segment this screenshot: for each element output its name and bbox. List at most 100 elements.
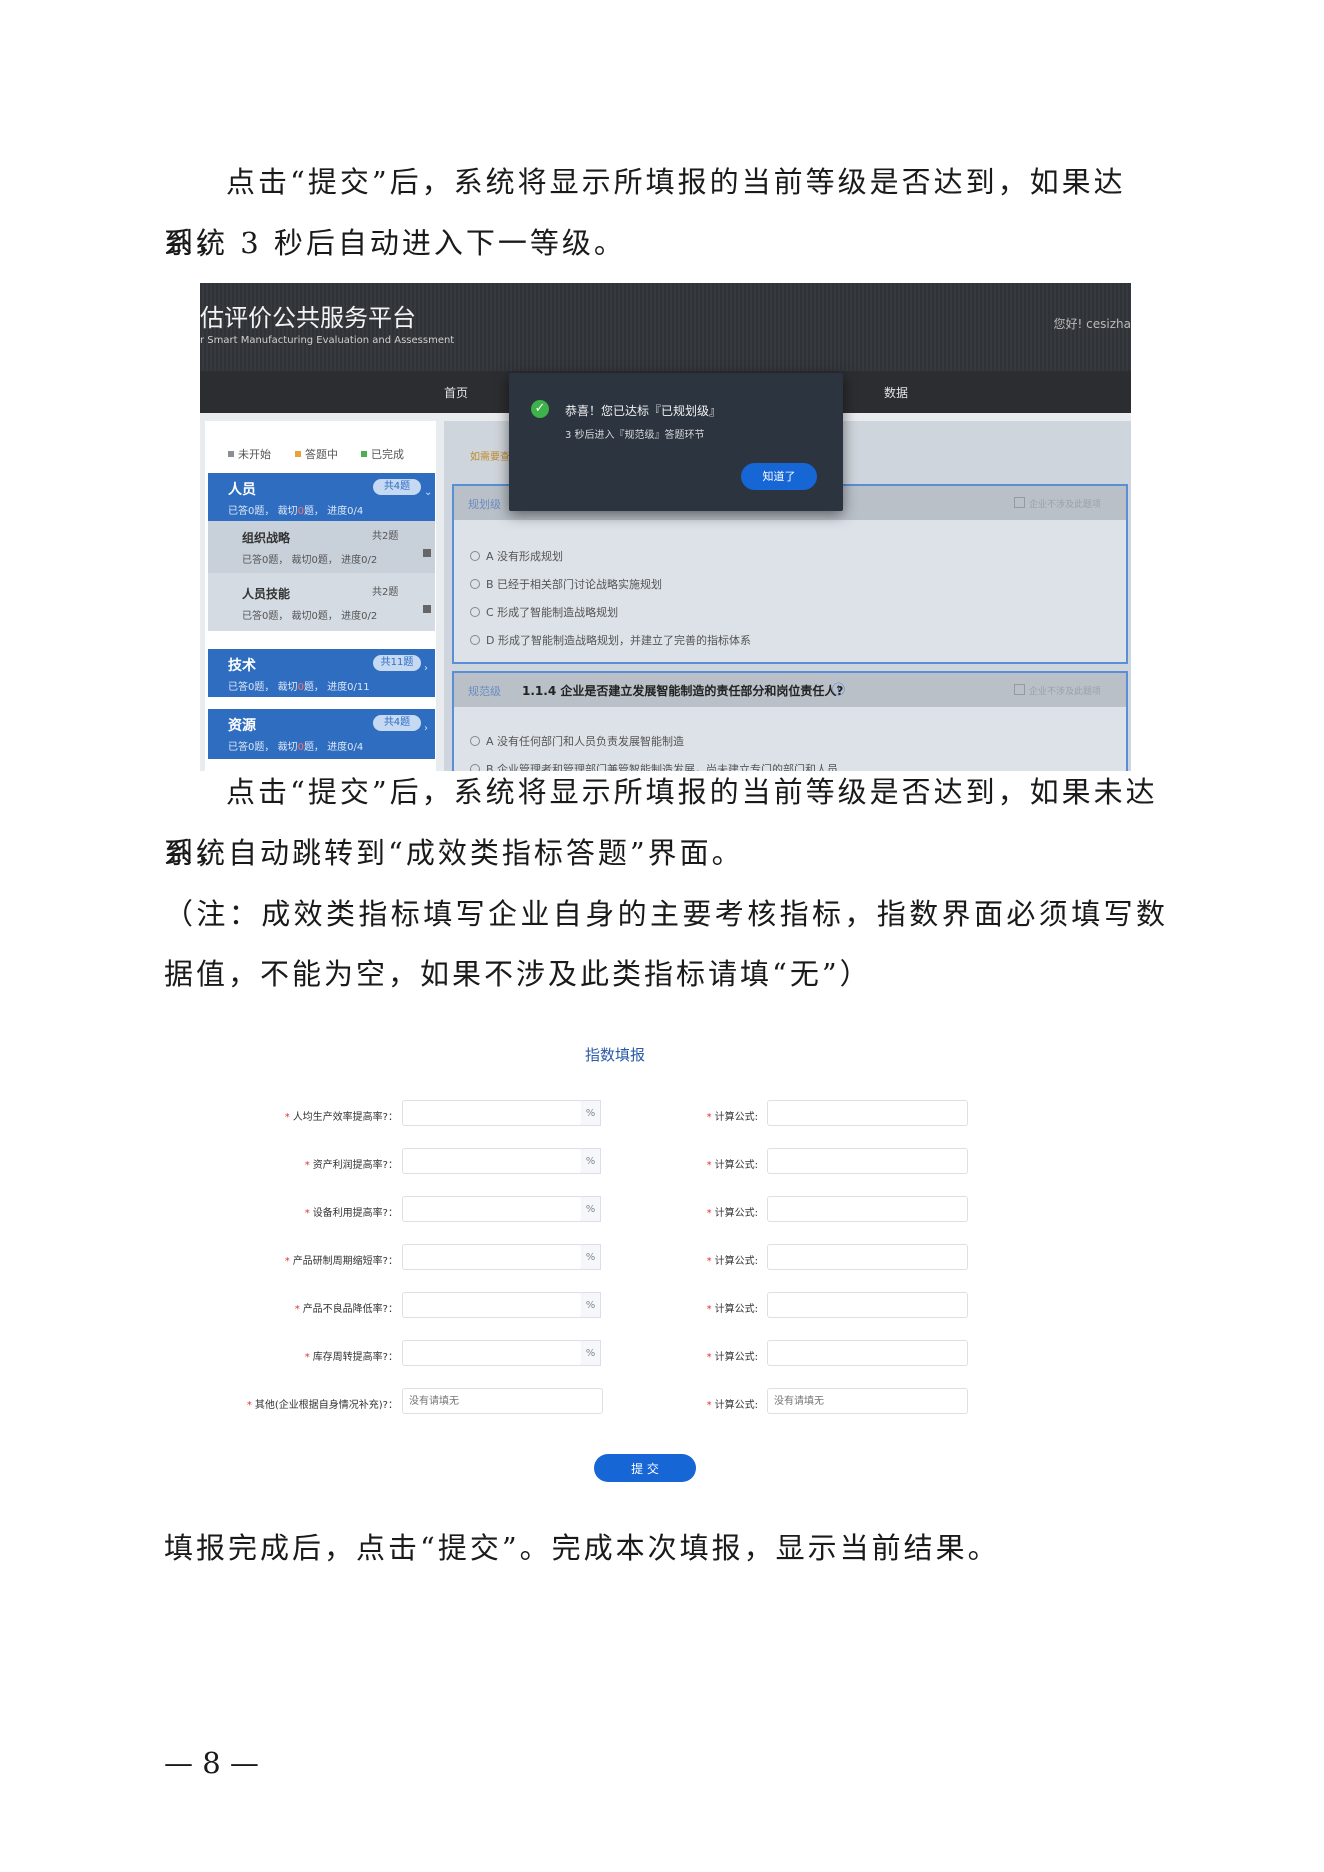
form-title: 指数填报 xyxy=(584,1046,645,1064)
form-row: * 设备利用提高率?： % * 计算公式: xyxy=(230,1196,1000,1226)
label-text: 计算公式: xyxy=(714,1112,758,1123)
formula-input[interactable] xyxy=(767,1148,968,1174)
category-count-badge: 共4题 xyxy=(373,479,421,495)
label-text: 资产利润提高率?： xyxy=(312,1160,398,1171)
platform-title: 估评价公共服务平台 xyxy=(200,304,416,332)
required-mark: * xyxy=(304,1160,310,1171)
index-value-input[interactable] xyxy=(402,1340,582,1366)
info-icon[interactable]: ⓘ xyxy=(832,679,845,698)
radio-icon xyxy=(470,579,480,589)
sidebar-category-resources[interactable]: 资源 共4题 › 已答0题， 裁切0题， 进度0/4 xyxy=(208,709,435,759)
other-index-input[interactable] xyxy=(402,1388,603,1414)
platform-subtitle: r Smart Manufacturing Evaluation and Ass… xyxy=(200,335,455,346)
label-text: 计算公式: xyxy=(714,1304,758,1315)
question-level: 规范级 xyxy=(468,685,501,698)
got-it-button[interactable]: 知道了 xyxy=(741,463,817,490)
required-mark: * xyxy=(706,1256,712,1267)
user-greeting[interactable]: 您好! cesizha xyxy=(1054,315,1131,332)
formula-input[interactable] xyxy=(767,1100,968,1126)
check-circle-icon: ✓ xyxy=(531,400,549,418)
sidebar-category-personnel[interactable]: 人员 共4题 ⌄ 已答0题， 裁切0题， 进度0/4 xyxy=(208,473,435,521)
label-text: 设备利用提高率?： xyxy=(312,1208,398,1219)
label-text: 计算公式: xyxy=(714,1256,758,1267)
chevron-right-icon: › xyxy=(424,663,428,674)
success-dialog: ✓ 恭喜！您已达标『已规划级』 3 秒后进入『规范级』答题环节 知道了 xyxy=(509,373,843,511)
index-value-input[interactable] xyxy=(402,1196,582,1222)
question-card-2: 规范级 1.1.4 企业是否建立发展智能制造的责任部分和岗位责任人? ⓘ 企业不… xyxy=(452,671,1128,771)
subitem-name: 人员技能 xyxy=(242,587,291,601)
checkbox-icon xyxy=(1014,497,1025,508)
field-label: * 资产利润提高率?： xyxy=(230,1156,398,1171)
label-text: 库存周转提高率?： xyxy=(312,1352,398,1363)
formula-label: * 计算公式: xyxy=(650,1396,758,1411)
required-mark: * xyxy=(706,1208,712,1219)
formula-input[interactable] xyxy=(767,1340,968,1366)
paragraph-1-line-2: 系统 3 秒后自动进入下一等级。 xyxy=(164,226,626,260)
formula-label: * 计算公式: xyxy=(650,1252,758,1267)
subitem-count: 共2题 xyxy=(372,531,399,542)
index-value-input[interactable] xyxy=(402,1148,582,1174)
index-value-input[interactable] xyxy=(402,1244,582,1270)
option-a[interactable]: A 没有形成规划 xyxy=(470,548,563,564)
field-label: * 其他(企业根据自身情况补充)?： xyxy=(230,1396,398,1411)
required-mark: * xyxy=(706,1352,712,1363)
sidebar-category-technology[interactable]: 技术 共11题 › 已答0题， 裁切0题， 进度0/11 xyxy=(208,649,435,697)
index-value-input[interactable] xyxy=(402,1292,582,1318)
legend-label: 答题中 xyxy=(305,448,338,461)
nav-item-data[interactable]: 数据 xyxy=(884,384,908,401)
hint-text: 如需要查 xyxy=(470,452,510,463)
formula-input[interactable] xyxy=(767,1196,968,1222)
required-mark: * xyxy=(706,1400,712,1411)
form-row: * 产品研制周期缩短率?： % * 计算公式: xyxy=(230,1244,1000,1274)
option-a[interactable]: A 没有任何部门和人员负责发展智能制造 xyxy=(470,733,684,749)
option-label: A 没有任何部门和人员负责发展智能制造 xyxy=(486,735,685,748)
meta-unit: 题， xyxy=(303,742,324,753)
meta-unit: 题， xyxy=(303,682,324,693)
platform-header: 估评价公共服务平台 r Smart Manufacturing Evaluati… xyxy=(200,283,1131,371)
formula-input[interactable] xyxy=(767,1244,968,1270)
meta-progress: 进度0/11 xyxy=(327,682,370,693)
label-text: 计算公式: xyxy=(714,1208,758,1219)
label-text: 其他(企业根据自身情况补充)?： xyxy=(254,1400,398,1411)
required-mark: * xyxy=(284,1256,290,1267)
legend-label: 未开始 xyxy=(238,448,271,461)
required-mark: * xyxy=(706,1304,712,1315)
label-text: 计算公式: xyxy=(714,1160,758,1171)
legend-swatch xyxy=(295,451,301,457)
radio-icon xyxy=(470,635,480,645)
label-text: 人均生产效率提高率?： xyxy=(292,1112,398,1123)
required-mark: * xyxy=(706,1160,712,1171)
formula-label: * 计算公式: xyxy=(650,1300,758,1315)
submit-button[interactable]: 提 交 xyxy=(594,1454,696,1482)
subitem-progress: 已答0题， 裁切0题， 进度0/2 xyxy=(242,611,378,622)
option-c[interactable]: C 形成了智能制造战略规划 xyxy=(470,604,618,620)
option-label: C 形成了智能制造战略规划 xyxy=(486,606,619,619)
chevron-down-icon: ⌄ xyxy=(424,487,433,498)
nav-item-home[interactable]: 首页 xyxy=(444,384,468,401)
index-value-input[interactable] xyxy=(402,1100,582,1126)
sidebar-subitem-skills[interactable]: 人员技能 共2题 已答0题， 裁切0题， 进度0/2 xyxy=(208,573,435,631)
option-d[interactable]: D 形成了智能制造战略规划，并建立了完善的指标体系 xyxy=(470,632,751,648)
formula-label: * 计算公式: xyxy=(650,1108,758,1123)
option-label: D 形成了智能制造战略规划，并建立了完善的指标体系 xyxy=(486,634,751,647)
page-number: — 8 — xyxy=(164,1746,259,1780)
formula-input[interactable] xyxy=(767,1388,968,1414)
field-label: * 人均生产效率提高率?： xyxy=(230,1108,398,1123)
dialog-title: 恭喜！您已达标『已规划级』 xyxy=(565,404,722,418)
meta-cut: 裁切 xyxy=(277,742,298,753)
label-text: 计算公式: xyxy=(714,1400,758,1411)
note-line-2: 据值，不能为空，如果不涉及此类指标请填“无”） xyxy=(164,957,872,991)
meta-cut: 裁切 xyxy=(277,506,298,517)
form-row: * 产品不良品降低率?： % * 计算公式: xyxy=(230,1292,1000,1322)
not-applicable-checkbox[interactable]: 企业不涉及此题项 xyxy=(1014,684,1101,697)
category-progress: 已答0题， 裁切0题， 进度0/4 xyxy=(228,502,363,517)
option-b[interactable]: B 已经于相关部门讨论战略实施规划 xyxy=(470,576,662,592)
not-applicable-checkbox[interactable]: 企业不涉及此题项 xyxy=(1014,497,1101,510)
category-count-badge: 共11题 xyxy=(373,655,421,671)
formula-input[interactable] xyxy=(767,1292,968,1318)
paragraph-4: 填报完成后，点击“提交”。完成本次填报，显示当前结果。 xyxy=(164,1531,1000,1565)
legend-swatch xyxy=(361,451,367,457)
meta-progress: 进度0/4 xyxy=(327,742,364,753)
screenshot-index-form: 指数填报 * 人均生产效率提高率?： % * 计算公式: * 资产利润提高率?： % … xyxy=(230,1030,1000,1490)
sidebar-subitem-strategy[interactable]: 组织战略 共2题 已答0题， 裁切0题， 进度0/2 xyxy=(208,521,435,573)
